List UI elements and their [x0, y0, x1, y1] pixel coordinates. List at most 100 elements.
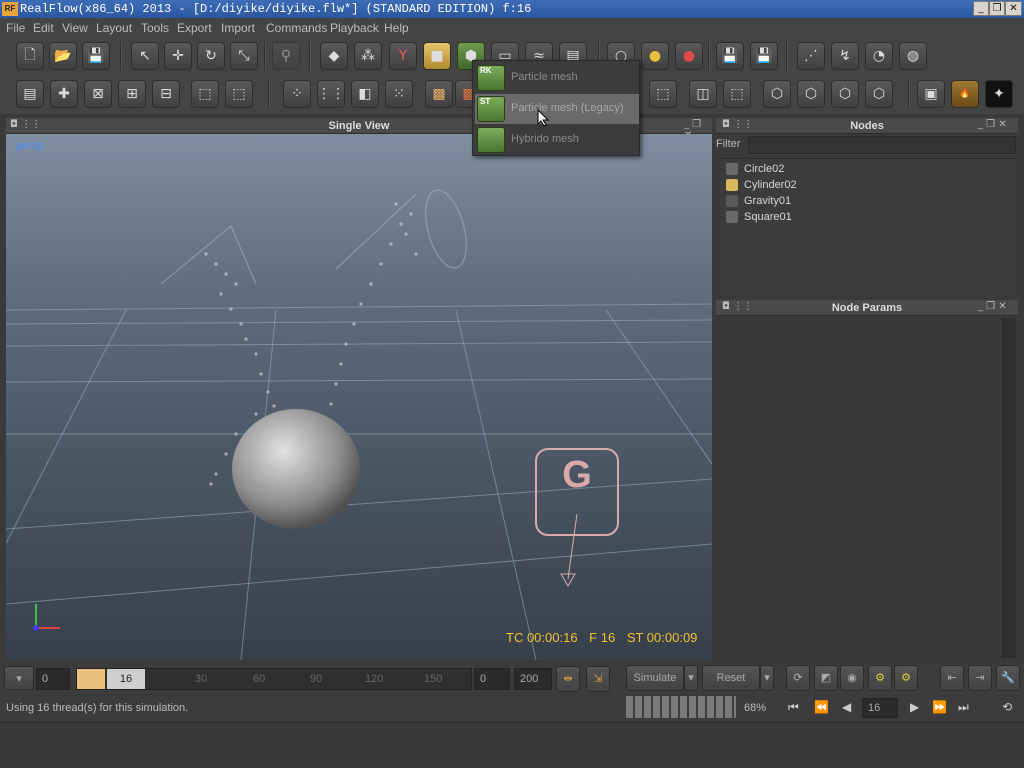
key-next-button[interactable]: ⇥ [968, 665, 992, 691]
tools-button[interactable]: 🔧 [996, 665, 1020, 691]
remove-node-button[interactable]: ⊠ [84, 80, 112, 108]
stars-button[interactable]: ✦ [985, 80, 1013, 108]
range-end-field[interactable]: 200 [514, 668, 552, 690]
menu-file[interactable]: File [6, 21, 25, 35]
timeline-menu-button[interactable]: ▾ [4, 666, 34, 690]
simulate-dropdown[interactable]: ▾ [684, 665, 698, 691]
link-tool-button[interactable]: ⚲ [272, 42, 300, 70]
mesh-view-button[interactable]: ⬚ [649, 80, 677, 108]
tick-label: 90 [310, 673, 323, 685]
menu-export[interactable]: Export [177, 21, 212, 35]
bbox-view-button[interactable]: ⬚ [225, 80, 253, 108]
open-scene-button[interactable]: 📂 [49, 42, 77, 70]
panel-float-icon[interactable]: ◘ ⋮⋮ [10, 119, 41, 130]
select-tool-button[interactable]: ↖ [131, 42, 159, 70]
graph-button[interactable]: ◩ [814, 665, 838, 691]
current-frame-field[interactable]: 16 [107, 669, 145, 689]
menu-item-particle-mesh-legacy[interactable]: ST Particle mesh (Legacy) [475, 94, 639, 124]
maximize-button[interactable]: ❐ [989, 1, 1005, 16]
link-node-button[interactable]: ⊞ [118, 80, 146, 108]
add-object-button[interactable]: ◆ [320, 42, 348, 70]
menu-view[interactable]: View [62, 21, 88, 35]
add-daemon-button[interactable]: Y [389, 42, 417, 70]
gear-button[interactable]: ⚙ [868, 665, 892, 691]
save-scene-button[interactable]: 💾 [82, 42, 110, 70]
link-icon: ⚲ [280, 48, 292, 64]
add-rigid-button[interactable]: ■ [423, 42, 451, 70]
red-sphere-button[interactable]: ● [675, 42, 703, 70]
timeline-slider[interactable]: 16 30 60 90 120 150 180 [76, 668, 499, 690]
split-view-button[interactable]: ◧ [351, 80, 379, 108]
menu-edit[interactable]: Edit [33, 21, 54, 35]
3d-viewport[interactable]: G persp TC 00:00:16 F 16 ST 00:00:09 [6, 134, 712, 660]
render-button[interactable]: ▣ [917, 80, 945, 108]
next-key-icon[interactable]: ⏩ [932, 700, 947, 714]
move-tool-button[interactable]: ✛ [164, 42, 192, 70]
params-scrollbar[interactable] [1002, 318, 1016, 658]
scale-tool-button[interactable]: ⤡ [230, 42, 258, 70]
simulate-button[interactable]: Simulate [626, 665, 684, 691]
save-cache-button[interactable]: 💾 [716, 42, 744, 70]
globe-button[interactable]: ◍ [899, 42, 927, 70]
texture-button[interactable]: ▩ [425, 80, 453, 108]
range-reset-button[interactable]: ⇲ [586, 666, 610, 692]
first-frame-icon[interactable]: ⏮ [788, 700, 799, 715]
panel-float-icon[interactable]: ◘ ⋮⋮ [722, 119, 753, 130]
cube-view2-button[interactable]: ⬡ [797, 80, 825, 108]
menu-item-hybrido-mesh[interactable]: Hybrido mesh [475, 125, 639, 155]
key-prev-button[interactable]: ⇤ [940, 665, 964, 691]
cube-view-button[interactable]: ⬡ [763, 80, 791, 108]
particle-export-button[interactable]: ⁘ [283, 80, 311, 108]
grid-fluid-button[interactable]: ⋮⋮ [317, 80, 345, 108]
menu-import[interactable]: Import [221, 21, 255, 35]
add-node-button[interactable]: ✚ [50, 80, 78, 108]
last-frame-icon[interactable]: ⏭ [958, 700, 969, 715]
gear2-button[interactable]: ⚙ [894, 665, 918, 691]
minimize-button[interactable]: _ [973, 1, 989, 16]
reset-button[interactable]: Reset [702, 665, 760, 691]
timer-button[interactable]: ◔ [865, 42, 893, 70]
menu-tools[interactable]: Tools [141, 21, 169, 35]
panel-float-icon[interactable]: ◘ ⋮⋮ [722, 301, 753, 312]
mesh-view3-button[interactable]: ⬚ [723, 80, 751, 108]
yellow-sphere-button[interactable]: ● [641, 42, 669, 70]
menu-help[interactable]: Help [384, 21, 409, 35]
disk-icon: 💾 [721, 48, 739, 64]
eye-button[interactable]: ◉ [840, 665, 864, 691]
add-emitter-button[interactable]: ⁂ [354, 42, 382, 70]
panel-controls-icon[interactable]: _ ❐ ✕ [978, 119, 1007, 130]
new-scene-button[interactable]: 🗋 [16, 42, 44, 70]
run-script-button[interactable]: ⋰ [797, 42, 825, 70]
range-lock-button[interactable]: ⇹ [556, 666, 580, 692]
loop-icon[interactable]: ⟲ [1002, 700, 1012, 714]
export-cache-button[interactable]: 💾 [750, 42, 778, 70]
reset-dropdown[interactable]: ▾ [760, 665, 774, 691]
play-forward-icon[interactable]: ▶ [910, 700, 919, 714]
timeline-handle[interactable] [77, 669, 105, 689]
spheres-button[interactable]: ⁙ [385, 80, 413, 108]
play-backward-icon[interactable]: ◀ [842, 700, 851, 714]
range-start-field[interactable]: 0 [474, 668, 510, 690]
cube-view4-button[interactable]: ⬡ [865, 80, 893, 108]
batch-button[interactable]: ↯ [831, 42, 859, 70]
box-view-button[interactable]: ⬚ [191, 80, 219, 108]
playback-frame-field[interactable]: 16 [862, 698, 898, 718]
layout-button[interactable]: ▤ [16, 80, 44, 108]
mesh-view2-button[interactable]: ◫ [689, 80, 717, 108]
unlink-node-button[interactable]: ⊟ [152, 80, 180, 108]
menu-commands[interactable]: Commands [266, 21, 327, 35]
prev-key-icon[interactable]: ⏪ [814, 700, 829, 714]
panel-controls-icon[interactable]: _ ❐ ✕ [978, 301, 1007, 312]
start-frame-field[interactable]: 0 [36, 668, 70, 690]
menu-layout[interactable]: Layout [96, 21, 132, 35]
node-params-panel: Node Params ◘ ⋮⋮ _ ❐ ✕ [716, 300, 1018, 660]
menu-item-particle-mesh[interactable]: RK Particle mesh [475, 63, 639, 93]
cache-icon: ⟳ [793, 672, 803, 684]
close-button[interactable]: ✕ [1005, 1, 1022, 16]
filter-input[interactable] [748, 136, 1016, 154]
cache-button[interactable]: ⟳ [786, 665, 810, 691]
rotate-tool-button[interactable]: ↻ [197, 42, 225, 70]
cube-view3-button[interactable]: ⬡ [831, 80, 859, 108]
fire-button[interactable]: 🔥 [951, 80, 979, 108]
menu-playback[interactable]: Playback [330, 21, 379, 35]
